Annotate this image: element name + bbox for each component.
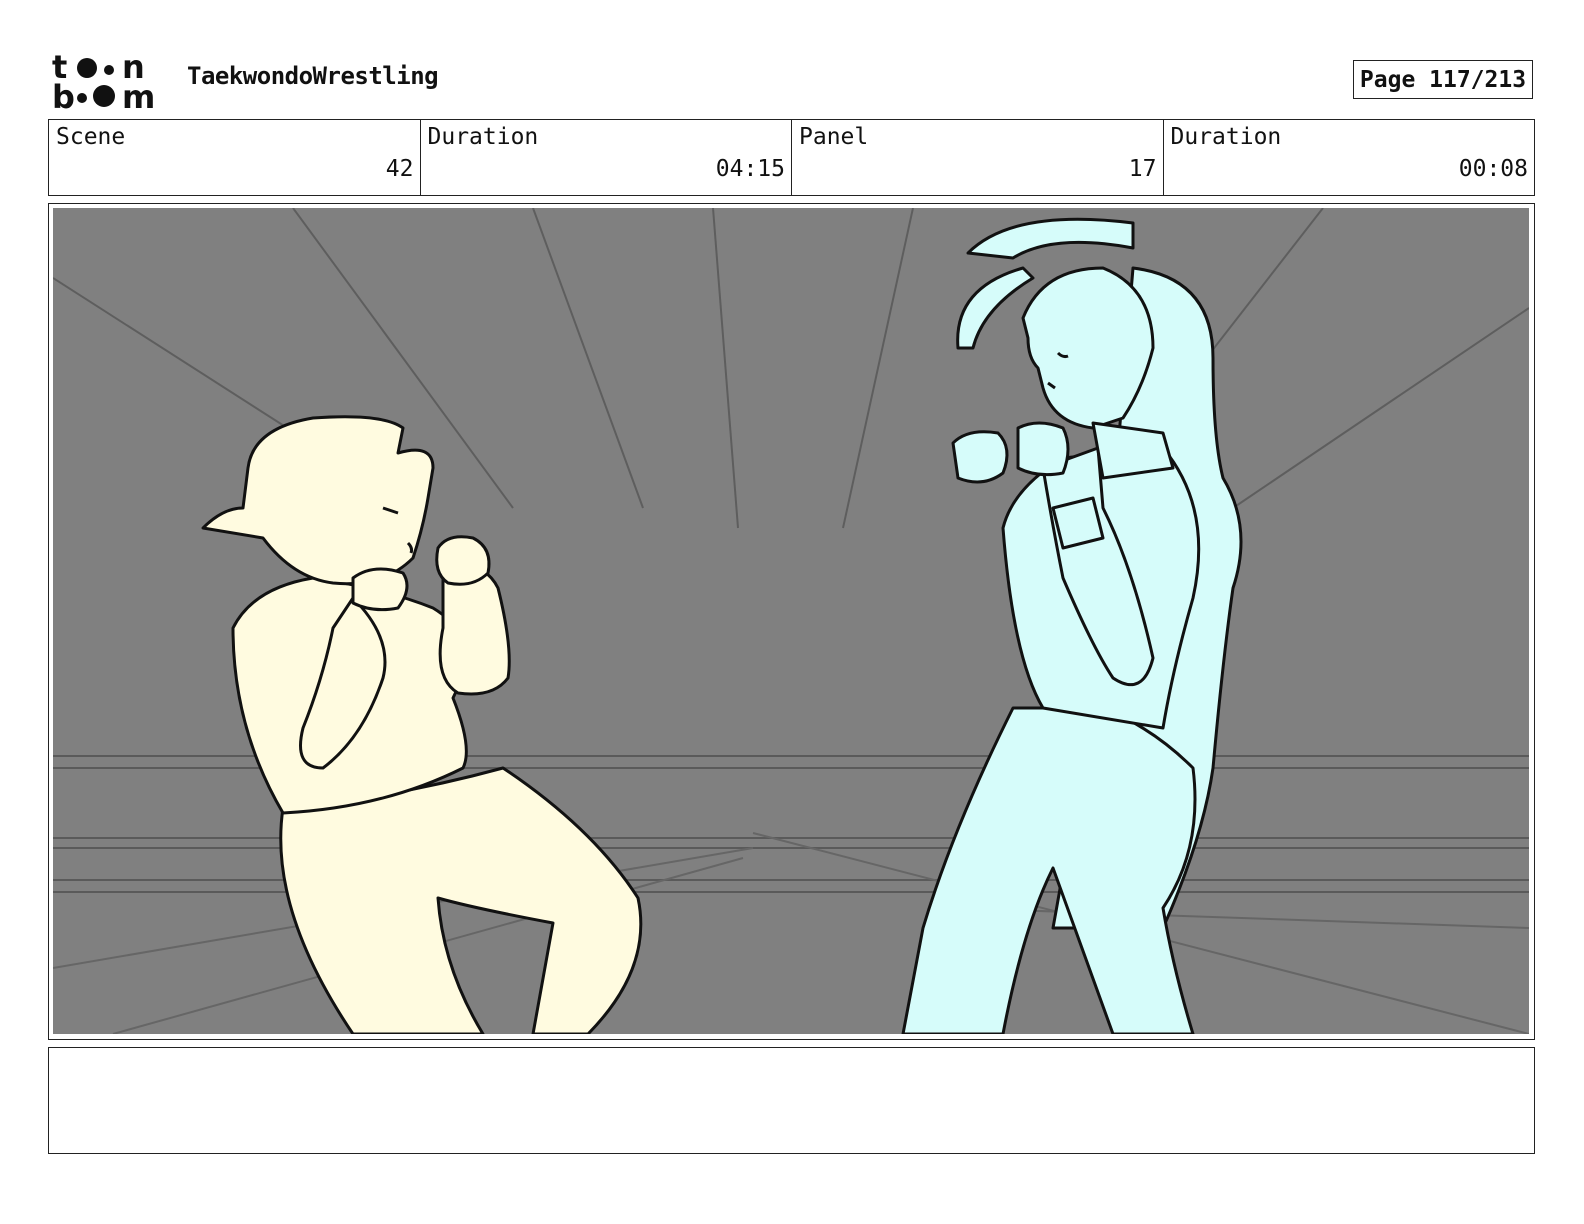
scene-duration-cell: Duration 04:15 bbox=[421, 120, 792, 195]
scene-value: 42 bbox=[385, 156, 414, 182]
svg-text:m: m bbox=[122, 78, 155, 112]
panel-cell: Panel 17 bbox=[792, 120, 1164, 195]
toon-boom-logo: t n b m bbox=[52, 48, 164, 116]
panel-duration-value: 00:08 bbox=[1458, 156, 1528, 182]
left-fighter bbox=[201, 415, 643, 1034]
svg-text:b: b bbox=[52, 78, 75, 112]
storyboard-panel-frame bbox=[48, 203, 1535, 1040]
panel-duration-cell: Duration 00:08 bbox=[1164, 120, 1535, 195]
panel-info-table: Scene 42 Duration 04:15 Panel 17 Duratio… bbox=[48, 119, 1535, 196]
scene-cell: Scene 42 bbox=[49, 120, 421, 195]
panel-value: 17 bbox=[1128, 156, 1157, 182]
right-fighter bbox=[901, 217, 1243, 1034]
storyboard-drawing bbox=[53, 208, 1529, 1034]
scene-duration-label: Duration bbox=[427, 124, 539, 150]
project-title: TaekwondoWrestling bbox=[187, 62, 439, 90]
panel-notes-box bbox=[48, 1047, 1535, 1154]
panel-duration-label: Duration bbox=[1170, 124, 1282, 150]
panel-label: Panel bbox=[799, 124, 869, 150]
scene-duration-value: 04:15 bbox=[715, 156, 785, 182]
floor-lines bbox=[53, 832, 1529, 1034]
page-number: Page 117/213 bbox=[1353, 60, 1533, 99]
scene-label: Scene bbox=[56, 124, 126, 150]
